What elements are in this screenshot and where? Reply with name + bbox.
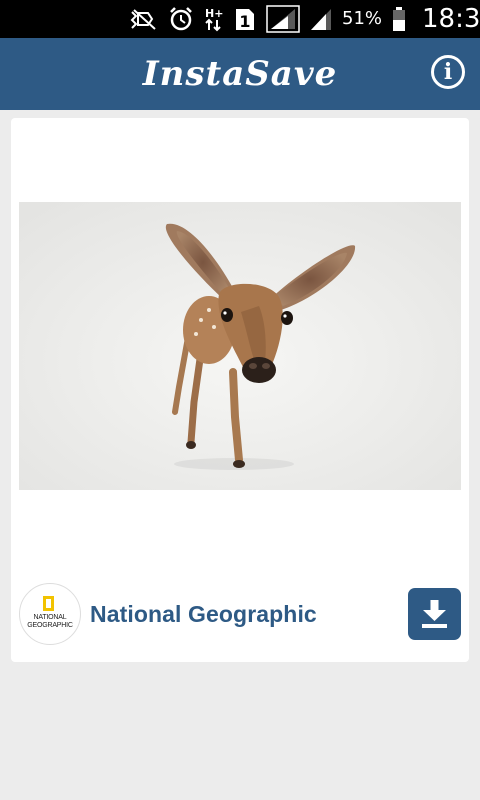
sim-1-icon: 1 bbox=[234, 6, 256, 32]
status-icons: H+ 1 51% 18:3 bbox=[128, 5, 480, 33]
status-bar: H+ 1 51% 18:3 bbox=[0, 0, 480, 38]
signal-icon bbox=[310, 6, 332, 32]
download-icon bbox=[422, 600, 447, 628]
signal-icon bbox=[266, 5, 300, 33]
post-image[interactable] bbox=[19, 202, 461, 490]
app-bar: InstaSave bbox=[0, 38, 480, 110]
fawn-photo bbox=[19, 202, 461, 490]
publisher-name[interactable]: National Geographic bbox=[90, 583, 317, 645]
national-geographic-logo-icon bbox=[43, 596, 54, 611]
battery-icon bbox=[392, 6, 406, 32]
battery-percent: 51% bbox=[342, 8, 383, 29]
mute-icon bbox=[128, 6, 158, 32]
download-button[interactable] bbox=[408, 588, 461, 640]
post-card: NATIONAL GEOGRAPHIC National Geographic bbox=[11, 118, 469, 662]
info-icon: i bbox=[443, 59, 453, 85]
hplus-data-icon: H+ bbox=[204, 6, 224, 32]
avatar-logo-text: NATIONAL GEOGRAPHIC bbox=[27, 614, 73, 629]
alarm-icon bbox=[168, 6, 194, 32]
post-footer: NATIONAL GEOGRAPHIC National Geographic bbox=[19, 583, 461, 647]
publisher-avatar[interactable]: NATIONAL GEOGRAPHIC bbox=[19, 583, 81, 645]
app-title: InstaSave bbox=[142, 54, 338, 94]
sim-number: 1 bbox=[239, 12, 250, 31]
status-time: 18:38 bbox=[422, 4, 480, 34]
svg-text:H+: H+ bbox=[205, 7, 223, 20]
info-button[interactable]: i bbox=[431, 55, 465, 89]
